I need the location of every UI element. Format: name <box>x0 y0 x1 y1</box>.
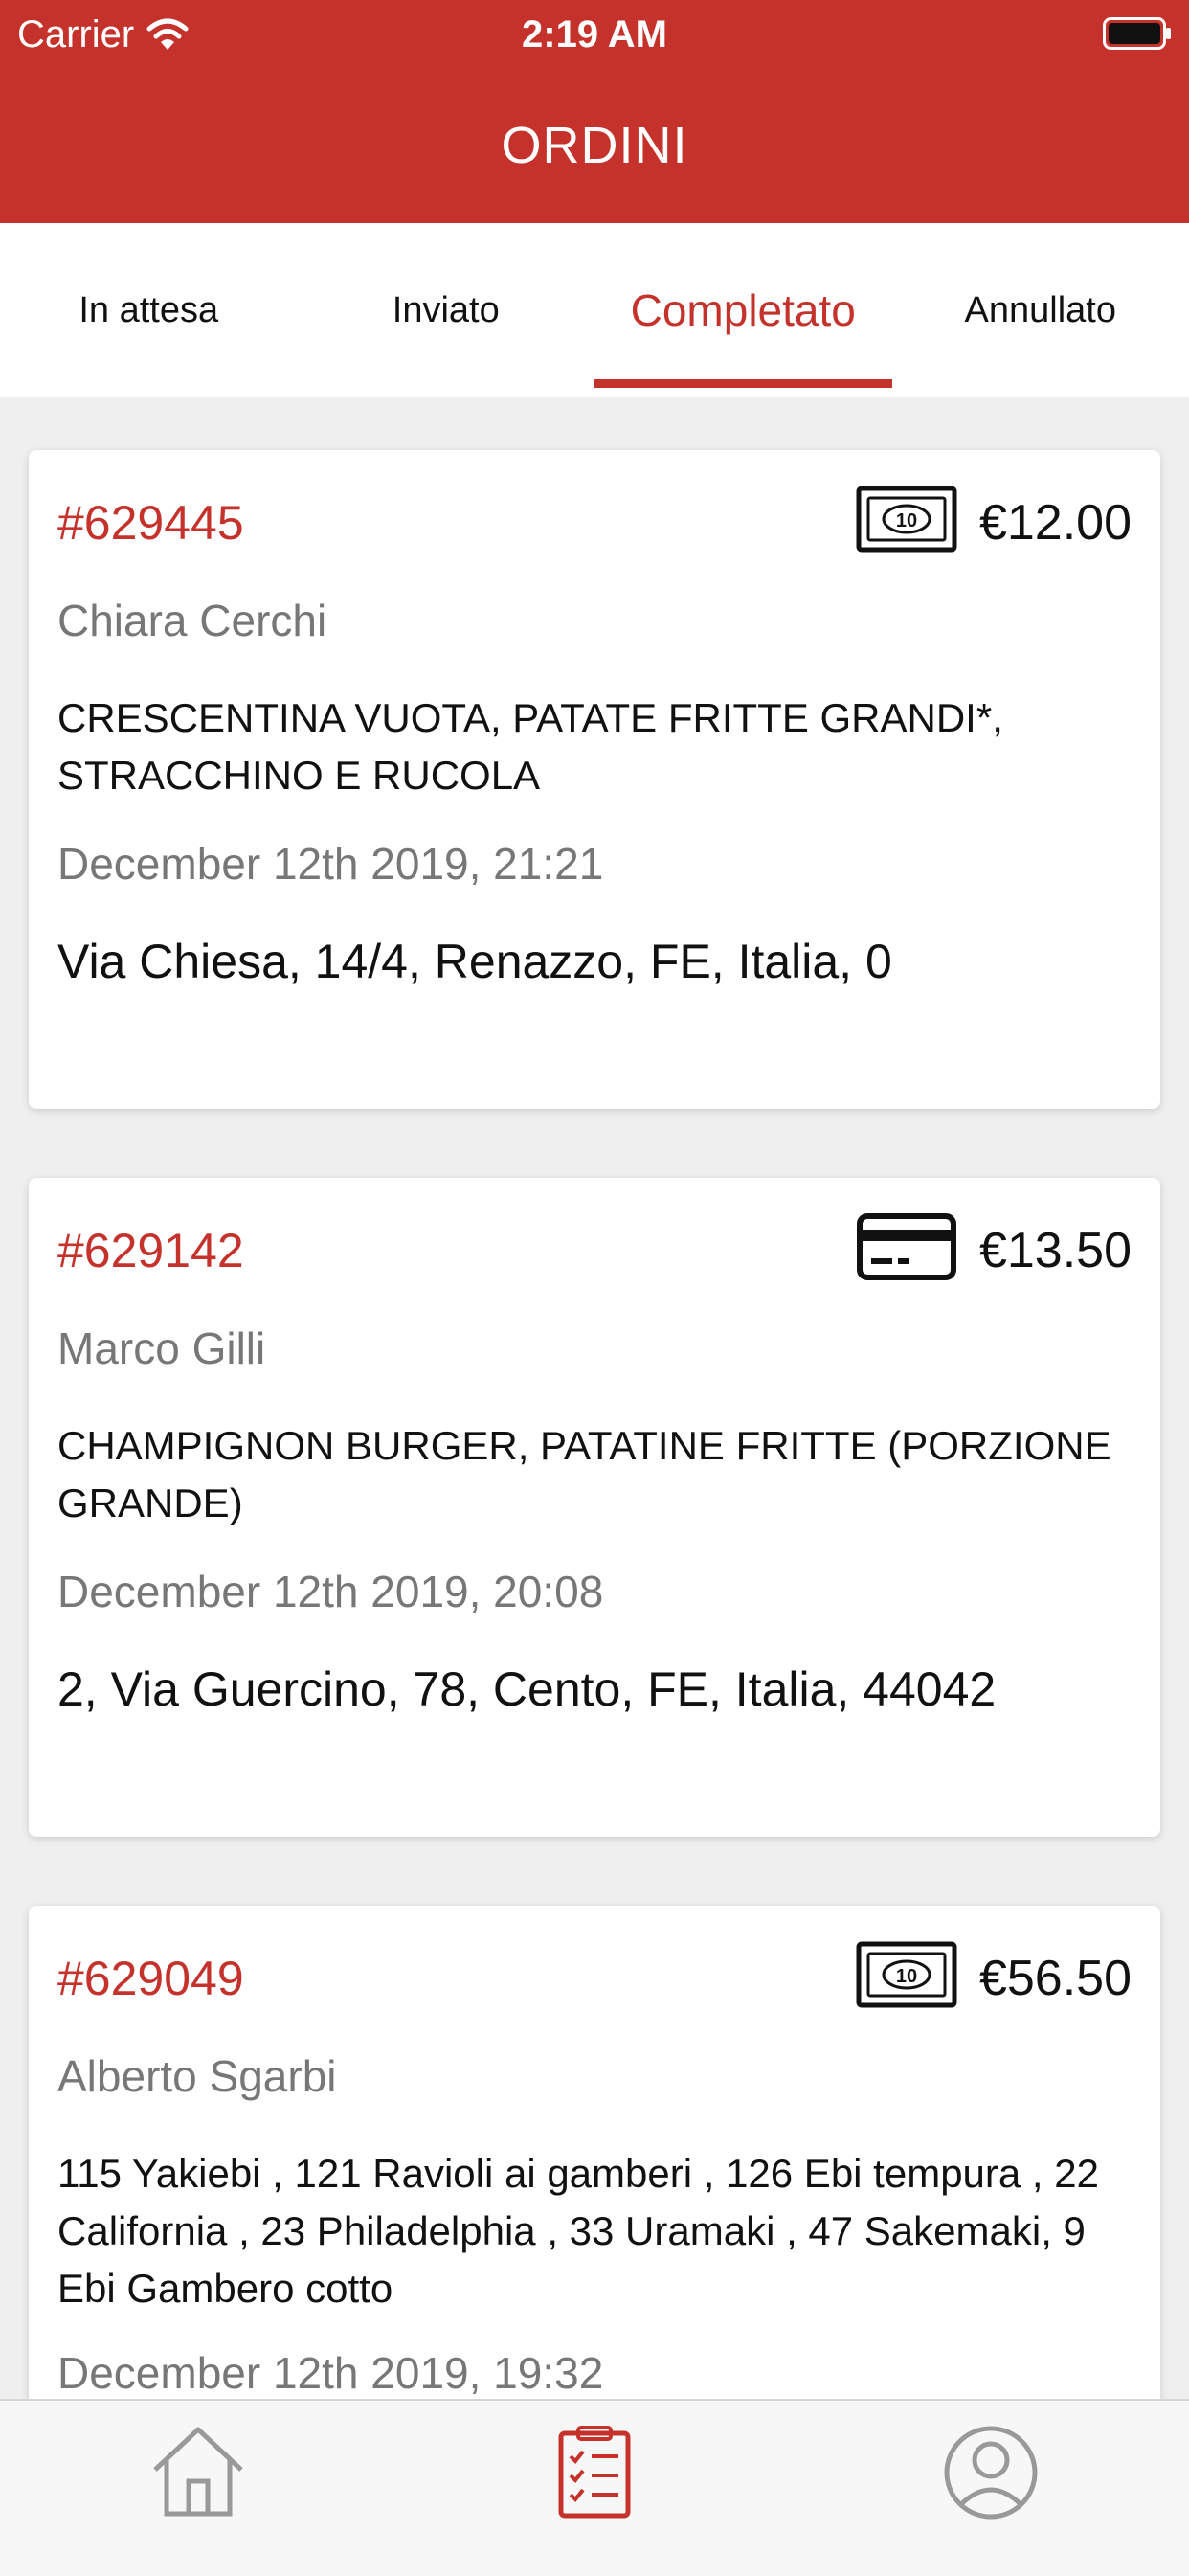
delivery-address: Via Chiesa, 14/4, Renazzo, FE, Italia, 0 <box>57 933 892 990</box>
battery-icon <box>1103 17 1172 50</box>
order-id: #629142 <box>57 1222 244 1279</box>
orders-list[interactable]: #629445 10 €12.00 Chiara Cerchi CRESCENT… <box>0 397 1189 2399</box>
tab-completato[interactable]: Completato <box>594 223 892 397</box>
cash-icon: 10 <box>856 483 957 555</box>
customer-name: Chiara Cerchi <box>57 594 326 647</box>
order-card[interactable]: #629142 €13.50 Marco Gilli CHAMPIGNON BU… <box>29 1178 1160 1837</box>
order-id: #629049 <box>57 1950 244 2007</box>
order-date: December 12th 2019, 21:21 <box>57 837 603 891</box>
status-bar: Carrier 2:19 AM <box>0 0 1189 69</box>
customer-name: Marco Gilli <box>57 1322 265 1375</box>
status-time: 2:19 AM <box>0 11 1189 57</box>
svg-text:10: 10 <box>896 1966 917 1987</box>
app-header: Carrier 2:19 AM ORDINI <box>0 0 1189 223</box>
bottom-nav <box>0 2399 1189 2576</box>
customer-name: Alberto Sgarbi <box>57 2049 337 2103</box>
order-date: December 12th 2019, 19:32 <box>57 2346 603 2399</box>
tab-inviato[interactable]: Inviato <box>298 223 595 397</box>
order-price: €12.00 <box>979 494 1132 552</box>
order-items: 115 Yakiebi , 121 Ravioli ai gamberi , 1… <box>57 2145 1120 2317</box>
page-title: ORDINI <box>0 115 1189 176</box>
order-id: #629445 <box>57 494 244 552</box>
profile-icon[interactable] <box>938 2420 1043 2525</box>
order-price: €13.50 <box>979 1222 1132 1279</box>
order-card[interactable]: #629445 10 €12.00 Chiara Cerchi CRESCENT… <box>29 450 1160 1109</box>
tab-in-attesa[interactable]: In attesa <box>0 223 298 397</box>
order-items: CRESCENTINA VUOTA, PATATE FRITTE GRANDI*… <box>57 689 1120 804</box>
orders-list-icon[interactable] <box>542 2420 647 2525</box>
home-icon[interactable] <box>146 2420 251 2525</box>
cash-icon: 10 <box>856 1938 957 2011</box>
order-card[interactable]: #629049 10 €56.50 Alberto Sgarbi 115 Yak… <box>29 1906 1160 2399</box>
order-date: December 12th 2019, 20:08 <box>57 1565 603 1618</box>
order-price: €56.50 <box>979 1950 1132 2007</box>
status-tabs: In attesa Inviato Completato Annullato <box>0 223 1189 397</box>
order-items: CHAMPIGNON BURGER, PATATINE FRITTE (PORZ… <box>57 1417 1120 1532</box>
tab-annullato[interactable]: Annullato <box>892 223 1189 397</box>
credit-card-icon <box>856 1210 957 1283</box>
svg-text:10: 10 <box>896 510 917 531</box>
delivery-address: 2, Via Guercino, 78, Cento, FE, Italia, … <box>57 1661 996 1718</box>
